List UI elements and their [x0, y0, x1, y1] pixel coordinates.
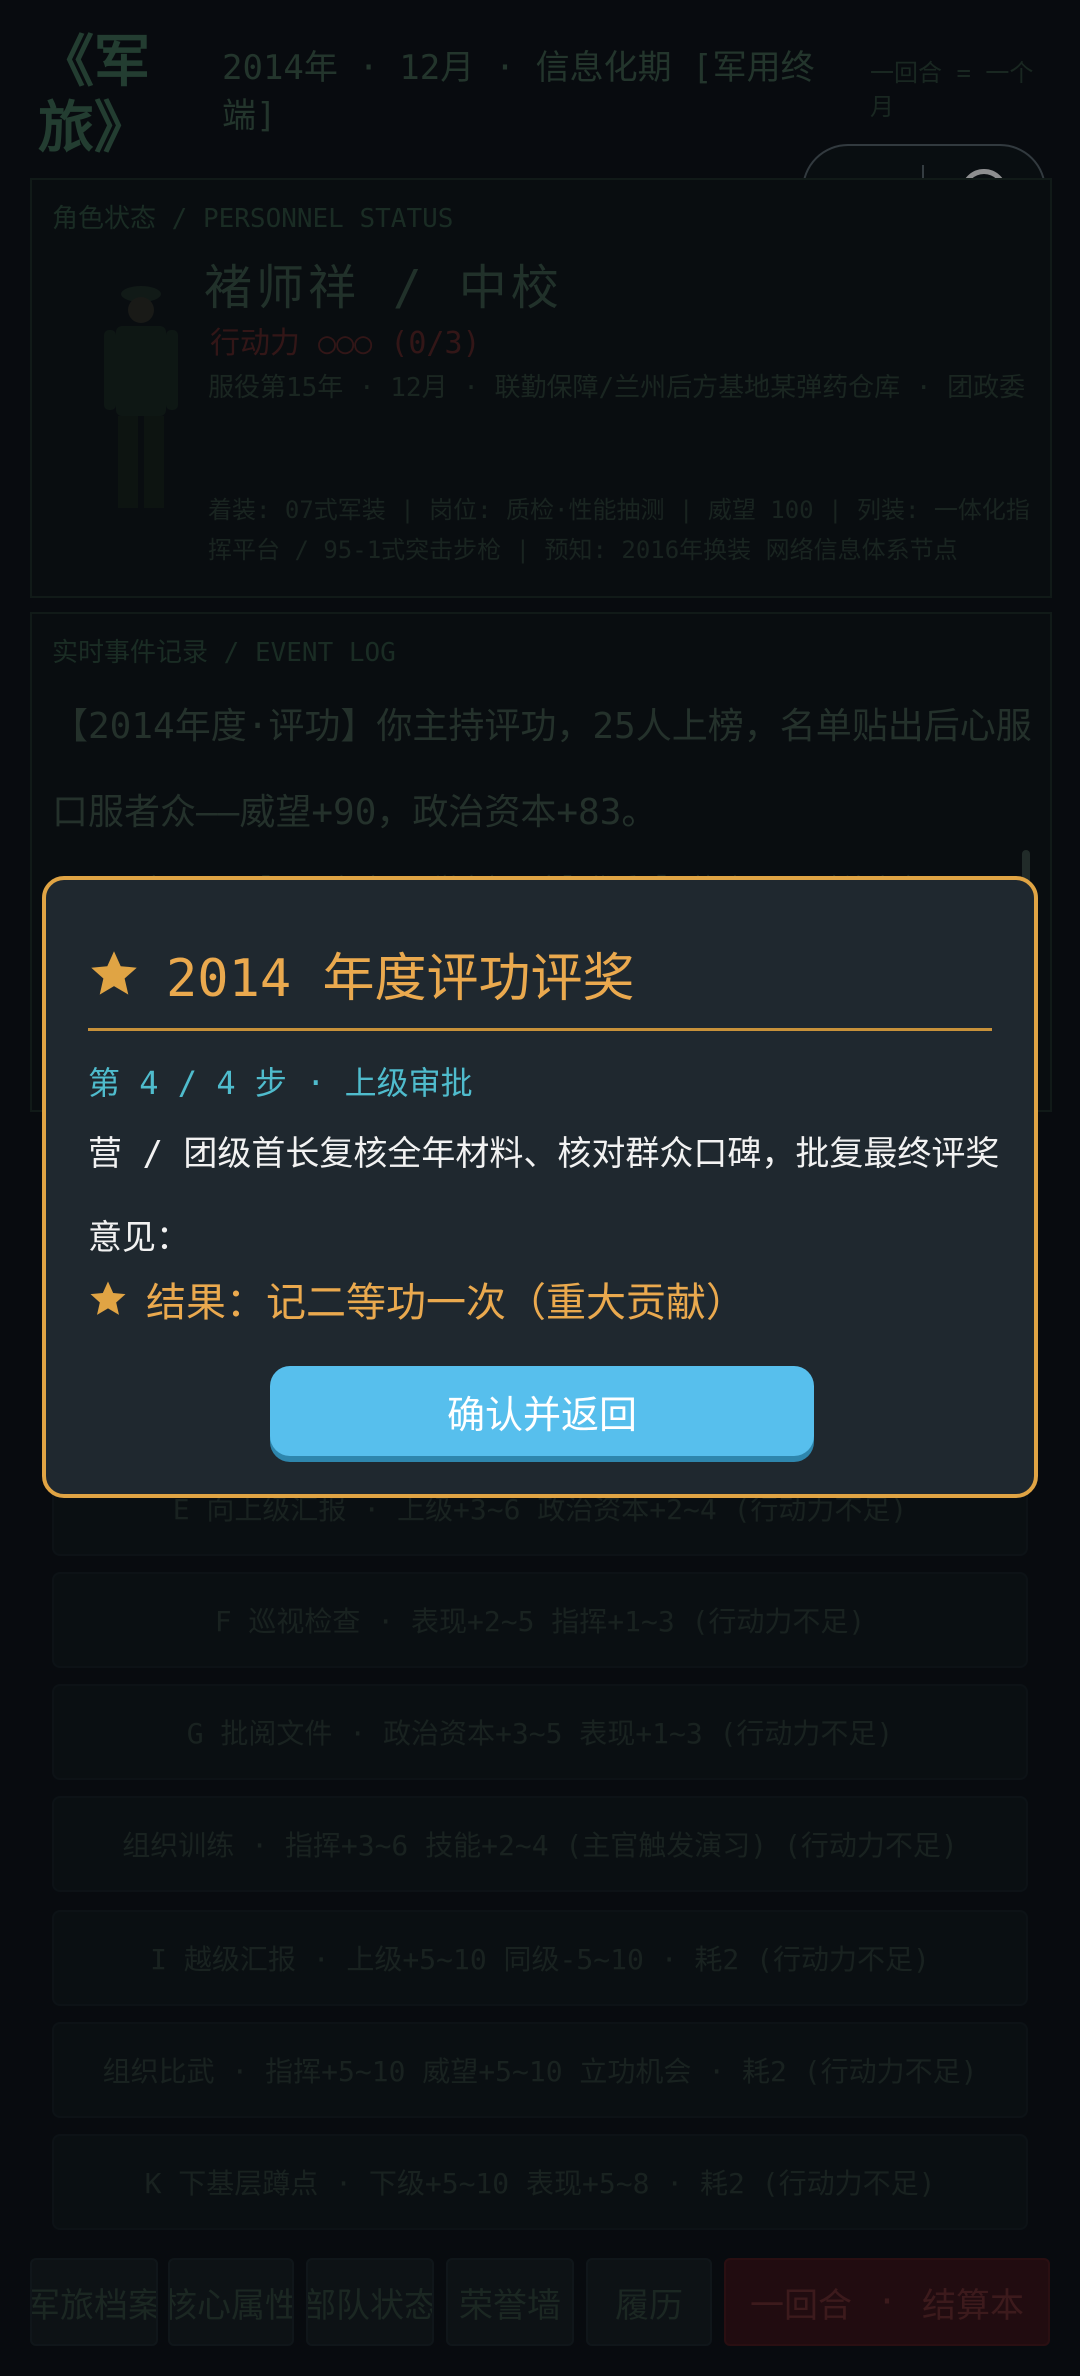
dialog-title: 2014 年度评功评奖: [88, 936, 635, 1011]
confirm-return-button[interactable]: 确认并返回: [270, 1366, 814, 1456]
award-result-text: 结果：记二等功一次（重大贡献）: [146, 1280, 746, 1326]
dialog-title-text: 2014 年度评功评奖: [166, 949, 635, 1009]
step-description: 营 / 团级首长复核全年材料、核对群众口碑，批复最终评奖意见：: [88, 1134, 1000, 1258]
star-icon: [90, 1281, 126, 1315]
star-icon: [91, 950, 137, 995]
award-result: 结果：记二等功一次（重大贡献）: [88, 1270, 746, 1328]
award-dialog: 2014 年度评功评奖 第 4 / 4 步 · 上级审批 营 / 团级首长复核全…: [42, 876, 1038, 1498]
step-indicator: 第 4 / 4 步 · 上级审批: [88, 1064, 473, 1102]
title-divider: [88, 1028, 992, 1031]
